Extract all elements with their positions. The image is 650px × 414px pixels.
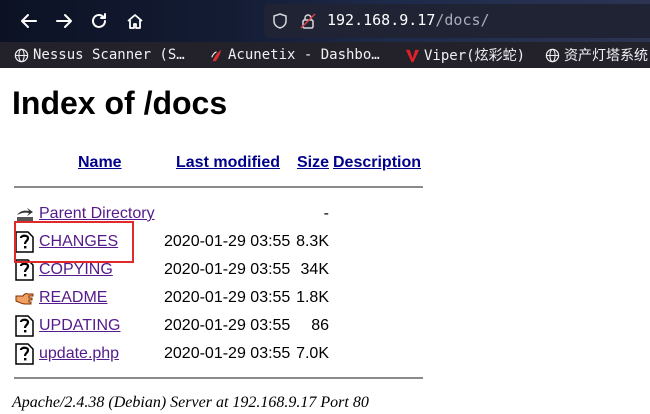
home-icon <box>127 14 143 29</box>
reload-button[interactable] <box>84 6 114 36</box>
bookmark-viper[interactable]: Viper(炫彩蛇) <box>405 42 525 68</box>
table-row: update.php 2020-01-29 03:55 7.0K <box>0 340 650 368</box>
unknown-file-icon <box>15 343 34 365</box>
bookmark-label: 资产灯塔系统 <box>564 48 648 64</box>
url-path: /docs/ <box>435 11 490 29</box>
column-header-last-modified[interactable]: Last modified <box>176 154 280 172</box>
highlight-box <box>14 221 134 263</box>
bookmark-acunetix[interactable]: Acunetix - Dashbo… <box>209 42 380 68</box>
forward-button[interactable] <box>49 6 79 36</box>
bookmark-label: Nessus Scanner (S… <box>33 47 185 63</box>
file-link[interactable]: UPDATING <box>39 317 120 335</box>
address-bar[interactable]: 192.168.9.17/docs/ <box>264 4 650 38</box>
insecure-lock-icon[interactable] <box>300 13 316 29</box>
bookmark-nessus[interactable]: Nessus Scanner (S… <box>14 42 185 68</box>
bookmarks-toolbar: Nessus Scanner (S… Acunetix - Dashbo… Vi… <box>0 42 650 68</box>
server-signature: Apache/2.4.38 (Debian) Server at 192.168… <box>12 394 369 411</box>
shield-icon[interactable] <box>272 13 288 29</box>
viper-icon <box>405 48 420 63</box>
url-text[interactable]: 192.168.9.17/docs/ <box>327 11 490 29</box>
file-modified: 2020-01-29 03:55 <box>164 317 291 334</box>
file-size: - <box>323 205 329 222</box>
browser-toolbar: 192.168.9.17/docs/ <box>0 0 650 42</box>
file-link[interactable]: COPYING <box>39 261 113 279</box>
globe-icon <box>545 48 560 63</box>
file-size: 7.0K <box>296 345 329 362</box>
file-size: 34K <box>300 261 329 278</box>
table-divider <box>14 186 423 188</box>
acunetix-icon <box>209 48 224 63</box>
file-size: 8.3K <box>296 233 329 250</box>
home-button[interactable] <box>120 6 150 36</box>
file-modified: 2020-01-29 03:55 <box>164 289 291 306</box>
back-arrow-icon <box>21 14 37 28</box>
unknown-file-icon <box>15 315 34 337</box>
table-row: README 2020-01-29 03:55 1.8K <box>0 284 650 312</box>
file-link[interactable]: update.php <box>39 345 119 363</box>
file-modified: 2020-01-29 03:55 <box>164 345 291 362</box>
file-link[interactable]: README <box>39 289 107 307</box>
file-size: 86 <box>311 317 329 334</box>
back-button[interactable] <box>14 6 44 36</box>
globe-icon <box>14 48 29 63</box>
bookmark-asset-lighthouse[interactable]: 资产灯塔系统 <box>545 42 648 68</box>
file-size: 1.8K <box>296 289 329 306</box>
hand-pointer-icon <box>15 293 34 305</box>
file-modified: 2020-01-29 03:55 <box>164 261 291 278</box>
forward-arrow-icon <box>56 14 72 28</box>
column-header-name[interactable]: Name <box>78 154 122 172</box>
column-header-size[interactable]: Size <box>297 154 329 172</box>
bookmark-label: Viper(炫彩蛇) <box>424 48 526 64</box>
table-row: UPDATING 2020-01-29 03:55 86 <box>0 312 650 340</box>
file-modified: 2020-01-29 03:55 <box>164 233 291 250</box>
page-title: Index of /docs <box>12 85 228 121</box>
url-host: 192.168.9.17 <box>327 11 436 29</box>
bookmark-label: Acunetix - Dashbo… <box>228 47 380 63</box>
table-divider <box>14 377 423 379</box>
page-content: Index of /docs Name Last modified Size D… <box>0 68 650 414</box>
reload-icon <box>92 13 106 28</box>
column-header-description[interactable]: Description <box>333 154 421 172</box>
